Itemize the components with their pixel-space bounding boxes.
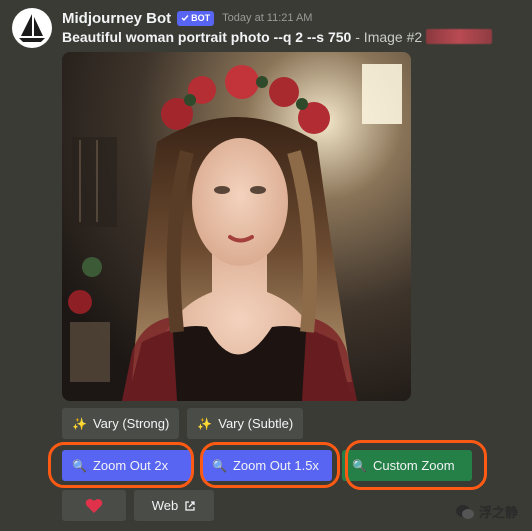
portrait-illustration <box>62 52 411 401</box>
timestamp: Today at 11:21 AM <box>222 12 313 24</box>
sailboat-icon <box>19 14 45 42</box>
watermark-text: 浮之静 <box>478 505 518 520</box>
image-number: - Image #2 <box>351 29 423 45</box>
username[interactable]: Midjourney Bot <box>62 10 171 27</box>
vary-strong-label: Vary (Strong) <box>92 416 170 431</box>
vary-strong-button[interactable]: ✨ Vary (Strong) <box>62 408 180 439</box>
vary-subtle-label: Vary (Subtle) <box>218 416 294 431</box>
sparkle-wand-icon: ✨ <box>72 416 87 431</box>
magnifier-icon: 🔍 <box>72 458 87 473</box>
zoom-out-2x-button[interactable]: 🔍 Zoom Out 2x <box>62 450 192 481</box>
wechat-icon <box>455 504 474 519</box>
zoom-out-2x-label: Zoom Out 2x <box>92 458 169 473</box>
web-button[interactable]: Web <box>134 490 214 521</box>
vary-subtle-button[interactable]: ✨ Vary (Subtle) <box>187 408 304 439</box>
prompt-text: Beautiful woman portrait photo --q 2 --s… <box>62 29 352 45</box>
magnifier-icon: 🔍 <box>212 458 227 473</box>
favorite-button[interactable] <box>62 490 126 521</box>
message-header: Midjourney Bot BOT Today at 11:21 AM <box>62 8 312 28</box>
magnifier-icon: 🔍 <box>352 458 367 473</box>
sparkle-wand-icon: ✨ <box>197 416 213 431</box>
zoom-out-1-5x-label: Zoom Out 1.5x <box>232 458 319 473</box>
avatar[interactable] <box>12 8 52 48</box>
bot-badge: BOT <box>177 10 215 26</box>
actions-row: Web <box>62 490 214 521</box>
web-label: Web <box>151 498 179 513</box>
watermark: 浮之静 <box>455 502 518 521</box>
checkmark-icon <box>181 15 189 22</box>
zoom-row: 🔍 Zoom Out 2x 🔍 Zoom Out 1.5x 🔍 Custom Z… <box>62 450 472 481</box>
prompt-line: Beautiful woman portrait photo --q 2 --s… <box>62 29 493 45</box>
bot-badge-label: BOT <box>191 13 211 23</box>
zoom-out-1-5x-button[interactable]: 🔍 Zoom Out 1.5x <box>202 450 332 481</box>
custom-zoom-button[interactable]: 🔍 Custom Zoom <box>342 450 472 481</box>
external-link-icon <box>185 500 195 511</box>
custom-zoom-label: Custom Zoom <box>372 458 455 473</box>
variation-row: ✨ Vary (Strong) ✨ Vary (Subtle) <box>62 408 304 439</box>
generated-image[interactable] <box>62 52 411 401</box>
heart-icon <box>85 498 103 513</box>
redacted-mention <box>426 29 493 44</box>
